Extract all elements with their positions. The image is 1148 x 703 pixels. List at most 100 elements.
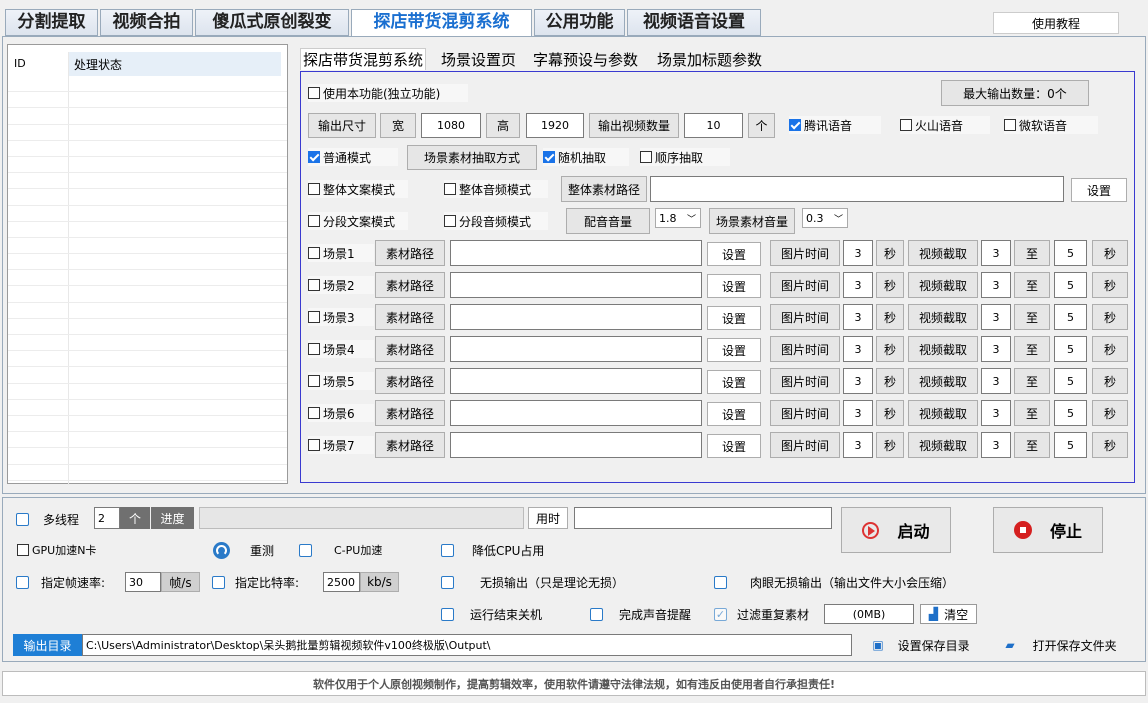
scene-checkbox[interactable]: 场景3 xyxy=(308,308,374,326)
image-time-input[interactable]: 3 xyxy=(843,304,873,330)
image-time-input[interactable]: 3 xyxy=(843,336,873,362)
material-path-button[interactable]: 素材路径 xyxy=(375,272,445,298)
scene-checkbox[interactable]: 场景5 xyxy=(308,372,374,390)
material-path-button[interactable]: 素材路径 xyxy=(375,400,445,426)
material-path-input[interactable] xyxy=(450,432,702,458)
cpu-accel-checkbox[interactable]: C-PU加速 xyxy=(299,541,382,559)
video-clip-button[interactable]: 视频截取 xyxy=(908,432,978,458)
video-clip-button[interactable]: 视频截取 xyxy=(908,272,978,298)
retest-button[interactable]: 重测 xyxy=(213,541,274,559)
visual-lossless-checkbox[interactable]: 肉眼无损输出（输出文件大小会压缩） xyxy=(714,573,954,591)
subtab-scene-title[interactable]: 场景加标题参数 xyxy=(654,49,765,70)
clip-to-input[interactable]: 5 xyxy=(1054,432,1087,458)
thread-count-input[interactable]: 2 xyxy=(94,507,120,529)
microsoft-voice-checkbox[interactable]: 微软语音 xyxy=(1004,116,1098,134)
material-path-input[interactable] xyxy=(450,400,702,426)
tencent-voice-checkbox[interactable]: 腾讯语音 xyxy=(789,116,881,134)
clip-to-input[interactable]: 5 xyxy=(1054,272,1087,298)
material-path-button[interactable]: 素材路径 xyxy=(375,368,445,394)
image-time-button[interactable]: 图片时间 xyxy=(770,432,840,458)
dub-volume-select[interactable]: 1.8 ﹀ xyxy=(655,208,701,228)
whole-audio-checkbox[interactable]: 整体音频模式 xyxy=(444,180,548,198)
output-count-button[interactable]: 输出视频数量 xyxy=(589,113,679,138)
tab-common[interactable]: 公用功能 xyxy=(534,9,625,36)
open-save-dir-button[interactable]: ▰ 打开保存文件夹 xyxy=(992,634,1130,656)
video-clip-button[interactable]: 视频截取 xyxy=(908,240,978,266)
bitrate-input[interactable]: 2500 xyxy=(323,572,360,592)
video-clip-button[interactable]: 视频截取 xyxy=(908,336,978,362)
lossless-checkbox[interactable]: 无损输出（只是理论无损） xyxy=(441,573,624,591)
clip-from-input[interactable]: 3 xyxy=(981,304,1011,330)
subtab-scene-settings[interactable]: 场景设置页 xyxy=(438,49,519,70)
whole-path-input[interactable] xyxy=(650,176,1064,202)
tab-voice-settings[interactable]: 视频语音设置 xyxy=(627,9,761,36)
scene-checkbox[interactable]: 场景4 xyxy=(308,340,374,358)
image-time-input[interactable]: 3 xyxy=(843,272,873,298)
clip-to-input[interactable]: 5 xyxy=(1054,304,1087,330)
video-clip-button[interactable]: 视频截取 xyxy=(908,304,978,330)
scene-set-button[interactable]: 设置 xyxy=(707,242,761,266)
scene-checkbox[interactable]: 场景7 xyxy=(308,436,374,454)
image-time-button[interactable]: 图片时间 xyxy=(770,336,840,362)
max-output-button[interactable]: 最大输出数量：0个 xyxy=(941,80,1089,106)
set-save-dir-button[interactable]: ▣ 设置保存目录 xyxy=(856,634,986,656)
segment-audio-checkbox[interactable]: 分段音频模式 xyxy=(444,212,548,230)
gpu-checkbox[interactable]: GPU加速N卡 xyxy=(17,541,96,559)
scene-checkbox[interactable]: 场景1 xyxy=(308,244,374,262)
sequential-extract-checkbox[interactable]: 顺序抽取 xyxy=(640,148,730,166)
image-time-button[interactable]: 图片时间 xyxy=(770,240,840,266)
material-path-input[interactable] xyxy=(450,240,702,266)
clip-to-input[interactable]: 5 xyxy=(1054,240,1087,266)
whole-text-checkbox[interactable]: 整体文案模式 xyxy=(308,180,408,198)
scene-volume-button[interactable]: 场景素材音量 xyxy=(709,208,795,234)
volcano-voice-checkbox[interactable]: 火山语音 xyxy=(900,116,990,134)
material-path-input[interactable] xyxy=(450,272,702,298)
start-button[interactable]: 启动 xyxy=(841,507,951,553)
normal-mode-checkbox[interactable]: 普通模式 xyxy=(308,148,398,166)
clip-from-input[interactable]: 3 xyxy=(981,368,1011,394)
multithread-checkbox[interactable]: 多线程 xyxy=(16,510,79,528)
image-time-button[interactable]: 图片时间 xyxy=(770,304,840,330)
material-path-button[interactable]: 素材路径 xyxy=(375,240,445,266)
filter-dup-checkbox[interactable]: 过滤重复素材 xyxy=(714,605,809,623)
stop-button[interactable]: 停止 xyxy=(993,507,1103,553)
task-list[interactable]: ID 处理状态 xyxy=(7,44,288,485)
random-extract-checkbox[interactable]: 随机抽取 xyxy=(543,148,629,166)
scene-set-button[interactable]: 设置 xyxy=(707,370,761,394)
subtab-store-mix[interactable]: 探店带货混剪系统 xyxy=(300,48,427,70)
scene-set-button[interactable]: 设置 xyxy=(707,402,761,426)
scene-checkbox[interactable]: 场景6 xyxy=(308,404,374,422)
shutdown-checkbox[interactable]: 运行结束关机 xyxy=(441,605,542,623)
material-path-input[interactable] xyxy=(450,336,702,362)
material-path-button[interactable]: 素材路径 xyxy=(375,304,445,330)
clip-from-input[interactable]: 3 xyxy=(981,400,1011,426)
material-path-input[interactable] xyxy=(450,304,702,330)
image-time-input[interactable]: 3 xyxy=(843,368,873,394)
subtab-subtitle-preset[interactable]: 字幕预设与参数 xyxy=(530,49,641,70)
scene-set-button[interactable]: 设置 xyxy=(707,306,761,330)
clip-from-input[interactable]: 3 xyxy=(981,432,1011,458)
fps-checkbox[interactable]: 指定帧速率: xyxy=(16,573,105,591)
low-cpu-checkbox[interactable]: 降低CPU占用 xyxy=(441,541,544,559)
image-time-button[interactable]: 图片时间 xyxy=(770,272,840,298)
output-size-button[interactable]: 输出尺寸 xyxy=(308,113,376,138)
height-input[interactable]: 1920 xyxy=(526,113,584,138)
fps-input[interactable]: 30 xyxy=(125,572,161,592)
use-feature-checkbox[interactable]: 使用本功能(独立功能) xyxy=(308,84,468,102)
segment-text-checkbox[interactable]: 分段文案模式 xyxy=(308,212,408,230)
clip-from-input[interactable]: 3 xyxy=(981,240,1011,266)
image-time-input[interactable]: 3 xyxy=(843,400,873,426)
clip-to-input[interactable]: 5 xyxy=(1054,400,1087,426)
clip-to-input[interactable]: 5 xyxy=(1054,336,1087,362)
sound-checkbox[interactable]: 完成声音提醒 xyxy=(590,605,691,623)
scene-set-button[interactable]: 设置 xyxy=(707,434,761,458)
video-clip-button[interactable]: 视频截取 xyxy=(908,368,978,394)
output-dir-input[interactable]: C:\Users\Administrator\Desktop\呆头鹅批量剪辑视频… xyxy=(82,634,852,656)
dub-volume-button[interactable]: 配音音量 xyxy=(566,208,650,234)
material-path-button[interactable]: 素材路径 xyxy=(375,432,445,458)
clip-from-input[interactable]: 3 xyxy=(981,272,1011,298)
clip-to-input[interactable]: 5 xyxy=(1054,368,1087,394)
scene-checkbox[interactable]: 场景2 xyxy=(308,276,374,294)
width-input[interactable]: 1080 xyxy=(421,113,481,138)
help-button[interactable]: 使用教程 xyxy=(993,12,1119,34)
